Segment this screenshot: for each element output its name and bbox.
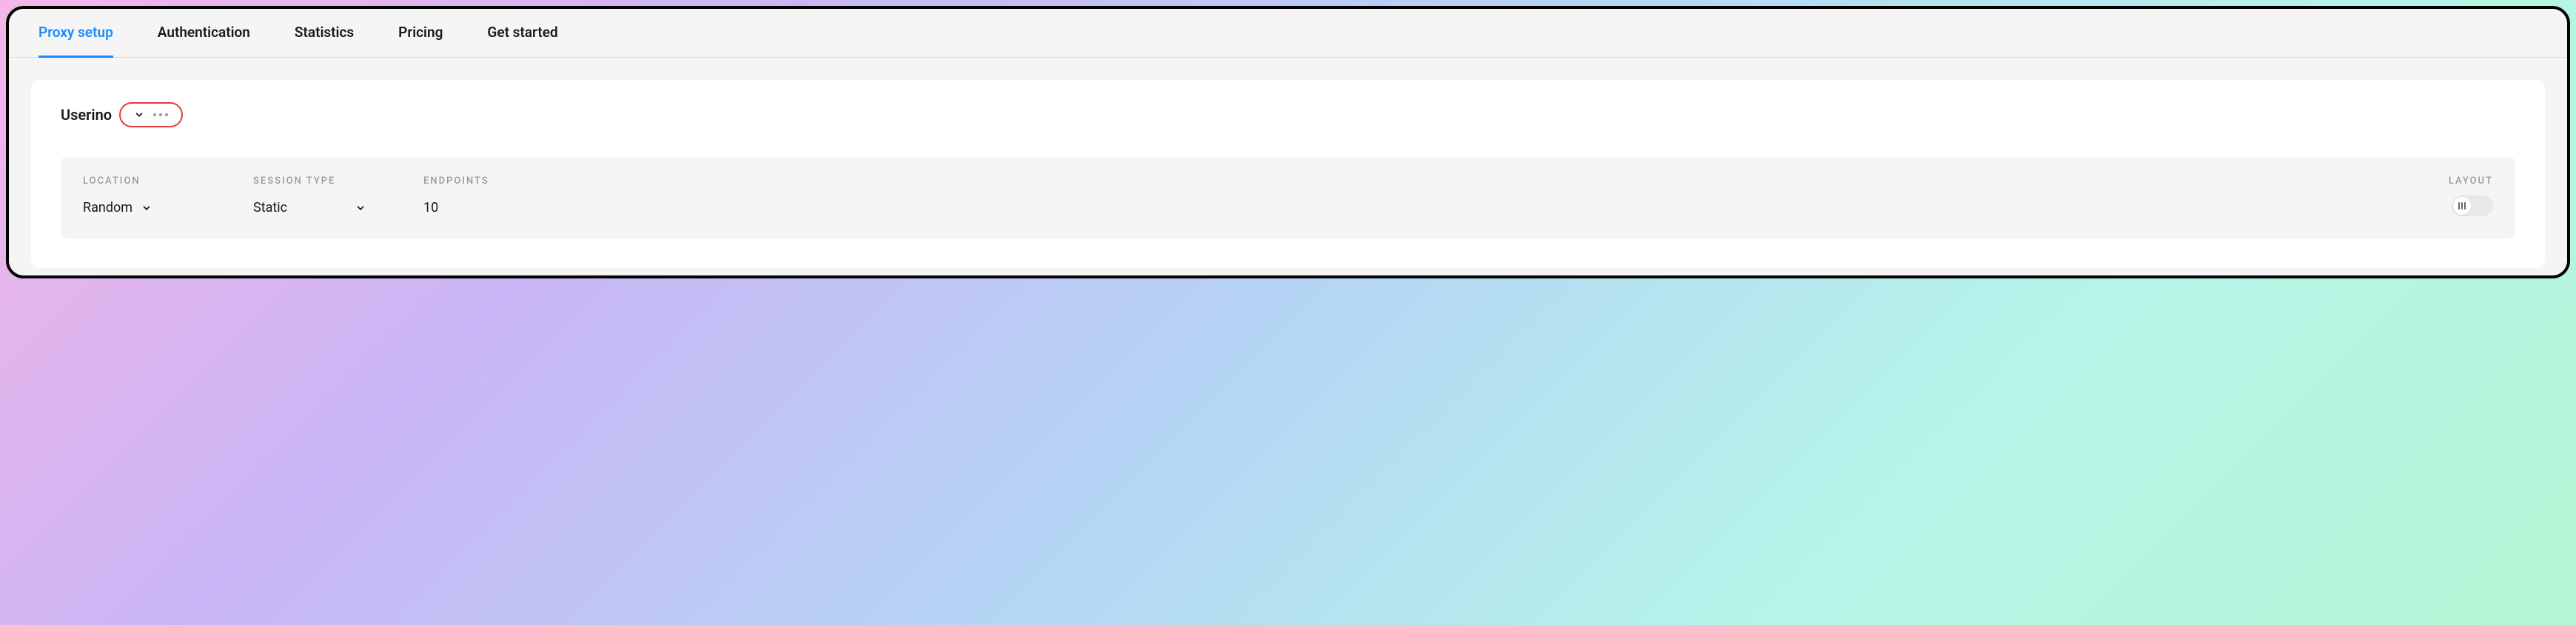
config-endpoints: ENDPOINTS 10 xyxy=(423,176,2441,215)
tab-statistics[interactable]: Statistics xyxy=(295,24,354,58)
config-layout: LAYOUT xyxy=(2449,176,2493,216)
tab-bar: Proxy setup Authentication Statistics Pr… xyxy=(9,9,2567,58)
config-session-type: SESSION TYPE Static xyxy=(253,176,416,215)
toggle-knob-icon xyxy=(2453,197,2471,215)
chevron-down-icon xyxy=(141,203,152,213)
user-controls xyxy=(119,102,183,127)
layout-label: LAYOUT xyxy=(2449,176,2493,187)
location-value: Random xyxy=(83,200,133,215)
tab-pricing[interactable]: Pricing xyxy=(398,24,443,58)
config-location: LOCATION Random xyxy=(83,176,246,215)
tab-proxy-setup[interactable]: Proxy setup xyxy=(38,24,113,58)
tab-get-started[interactable]: Get started xyxy=(487,24,557,58)
user-row: Userino xyxy=(61,102,2515,127)
endpoints-value: 10 xyxy=(423,200,2441,215)
layout-toggle[interactable] xyxy=(2452,195,2493,216)
session-type-value: Static xyxy=(253,200,287,215)
more-options-icon[interactable] xyxy=(153,113,168,116)
chevron-down-icon[interactable] xyxy=(134,110,144,120)
user-name: Userino xyxy=(61,106,112,124)
session-type-label: SESSION TYPE xyxy=(253,176,416,187)
endpoints-label: ENDPOINTS xyxy=(423,176,2441,187)
tab-authentication[interactable]: Authentication xyxy=(158,24,250,58)
chevron-down-icon xyxy=(355,203,366,213)
config-panel: LOCATION Random SESSION TYPE Static xyxy=(61,157,2515,238)
location-dropdown[interactable]: Random xyxy=(83,200,246,215)
location-label: LOCATION xyxy=(83,176,246,187)
content-panel: Userino LOCATION Random xyxy=(31,80,2545,268)
session-type-dropdown[interactable]: Static xyxy=(253,200,416,215)
